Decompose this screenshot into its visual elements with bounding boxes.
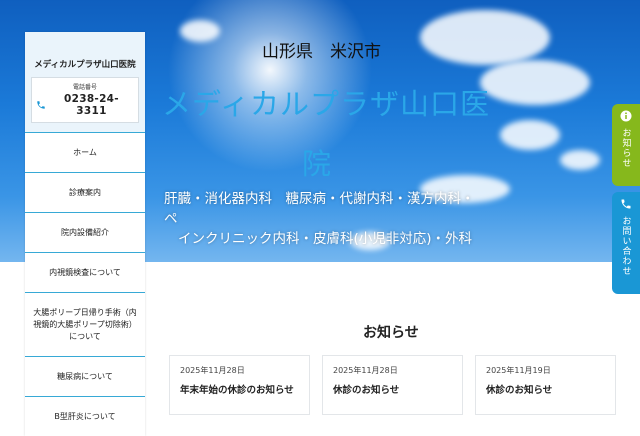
cloud [560, 150, 600, 170]
nav-services[interactable]: 診療案内 [25, 172, 145, 212]
nav-endoscopy[interactable]: 内視鏡検査について [25, 252, 145, 292]
hero-departments: 肝臓・消化器内科 糖尿病・代謝内科・漢方内科・ペ インクリニック内科・皮膚科(小… [164, 189, 484, 249]
nav-polyp-surgery[interactable]: 大腸ポリープ日帰り手術（内視鏡的大腸ポリープ切除術）について [25, 292, 145, 356]
news-date: 2025年11月28日 [180, 366, 245, 375]
phone-icon [37, 101, 45, 109]
news-card[interactable]: 2025年11月28日 年末年始の休診のお知らせ [169, 355, 310, 415]
cloud [500, 120, 560, 150]
info-icon [620, 110, 632, 122]
hero-departments-line2: インクリニック内科・皮膚科(小児非対応)・外科 [178, 231, 473, 247]
sidebar-clinic-title[interactable]: メディカルプラザ山口医院 [31, 58, 139, 70]
cloud [180, 20, 220, 42]
news-title[interactable]: 年末年始の休診のお知らせ [180, 382, 299, 396]
phone-icon [621, 199, 631, 209]
phone-label: 電話番号 [72, 84, 97, 91]
sidebar-header: メディカルプラザ山口医院 電話番号 0238-24-3311 [25, 32, 145, 132]
nav-home[interactable]: ホーム [25, 132, 145, 172]
news-date: 2025年11月19日 [486, 366, 551, 375]
news-title[interactable]: 休診のお知らせ [486, 382, 605, 396]
phone-row: 0238-24-3311 [36, 93, 134, 117]
nav-facilities[interactable]: 院内設備紹介 [25, 212, 145, 252]
nav-diabetes[interactable]: 糖尿病について [25, 356, 145, 396]
news-date: 2025年11月28日 [333, 366, 398, 375]
contact-tab-label: お問い合わせ [620, 216, 631, 276]
news-card[interactable]: 2025年11月19日 休診のお知らせ [475, 355, 616, 415]
news-title[interactable]: 休診のお知らせ [333, 382, 452, 396]
hero-clinic-name: メディカルプラザ山口医 院 [162, 74, 492, 194]
news-tab-label: お知らせ [620, 128, 631, 168]
news-tab[interactable]: お知らせ [612, 104, 640, 186]
nav-hepatitis-b[interactable]: B型肝炎について [25, 396, 145, 436]
news-card[interactable]: 2025年11月28日 休診のお知らせ [322, 355, 463, 415]
hero-prefecture: 山形県 米沢市 [262, 42, 381, 62]
contact-tab[interactable]: お問い合わせ [612, 192, 640, 294]
cloud [420, 10, 550, 65]
hero-departments-line1: 肝臓・消化器内科 糖尿病・代謝内科・漢方内科・ペ [164, 191, 475, 227]
phone-number[interactable]: 0238-24-3311 [49, 93, 134, 117]
phone-box[interactable]: 電話番号 0238-24-3311 [31, 77, 139, 123]
side-tabs: お知らせ お問い合わせ [612, 104, 640, 294]
news-list: 2025年11月28日 年末年始の休診のお知らせ 2025年11月28日 休診の… [169, 355, 628, 415]
hero-clinic-name-line1: メディカルプラザ山口医 [162, 87, 490, 121]
sidebar: メディカルプラザ山口医院 電話番号 0238-24-3311 ホーム 診療案内 … [25, 32, 145, 436]
hero-clinic-name-line2: 院 [302, 147, 333, 181]
news-heading: お知らせ [363, 325, 419, 341]
cloud [480, 60, 590, 105]
